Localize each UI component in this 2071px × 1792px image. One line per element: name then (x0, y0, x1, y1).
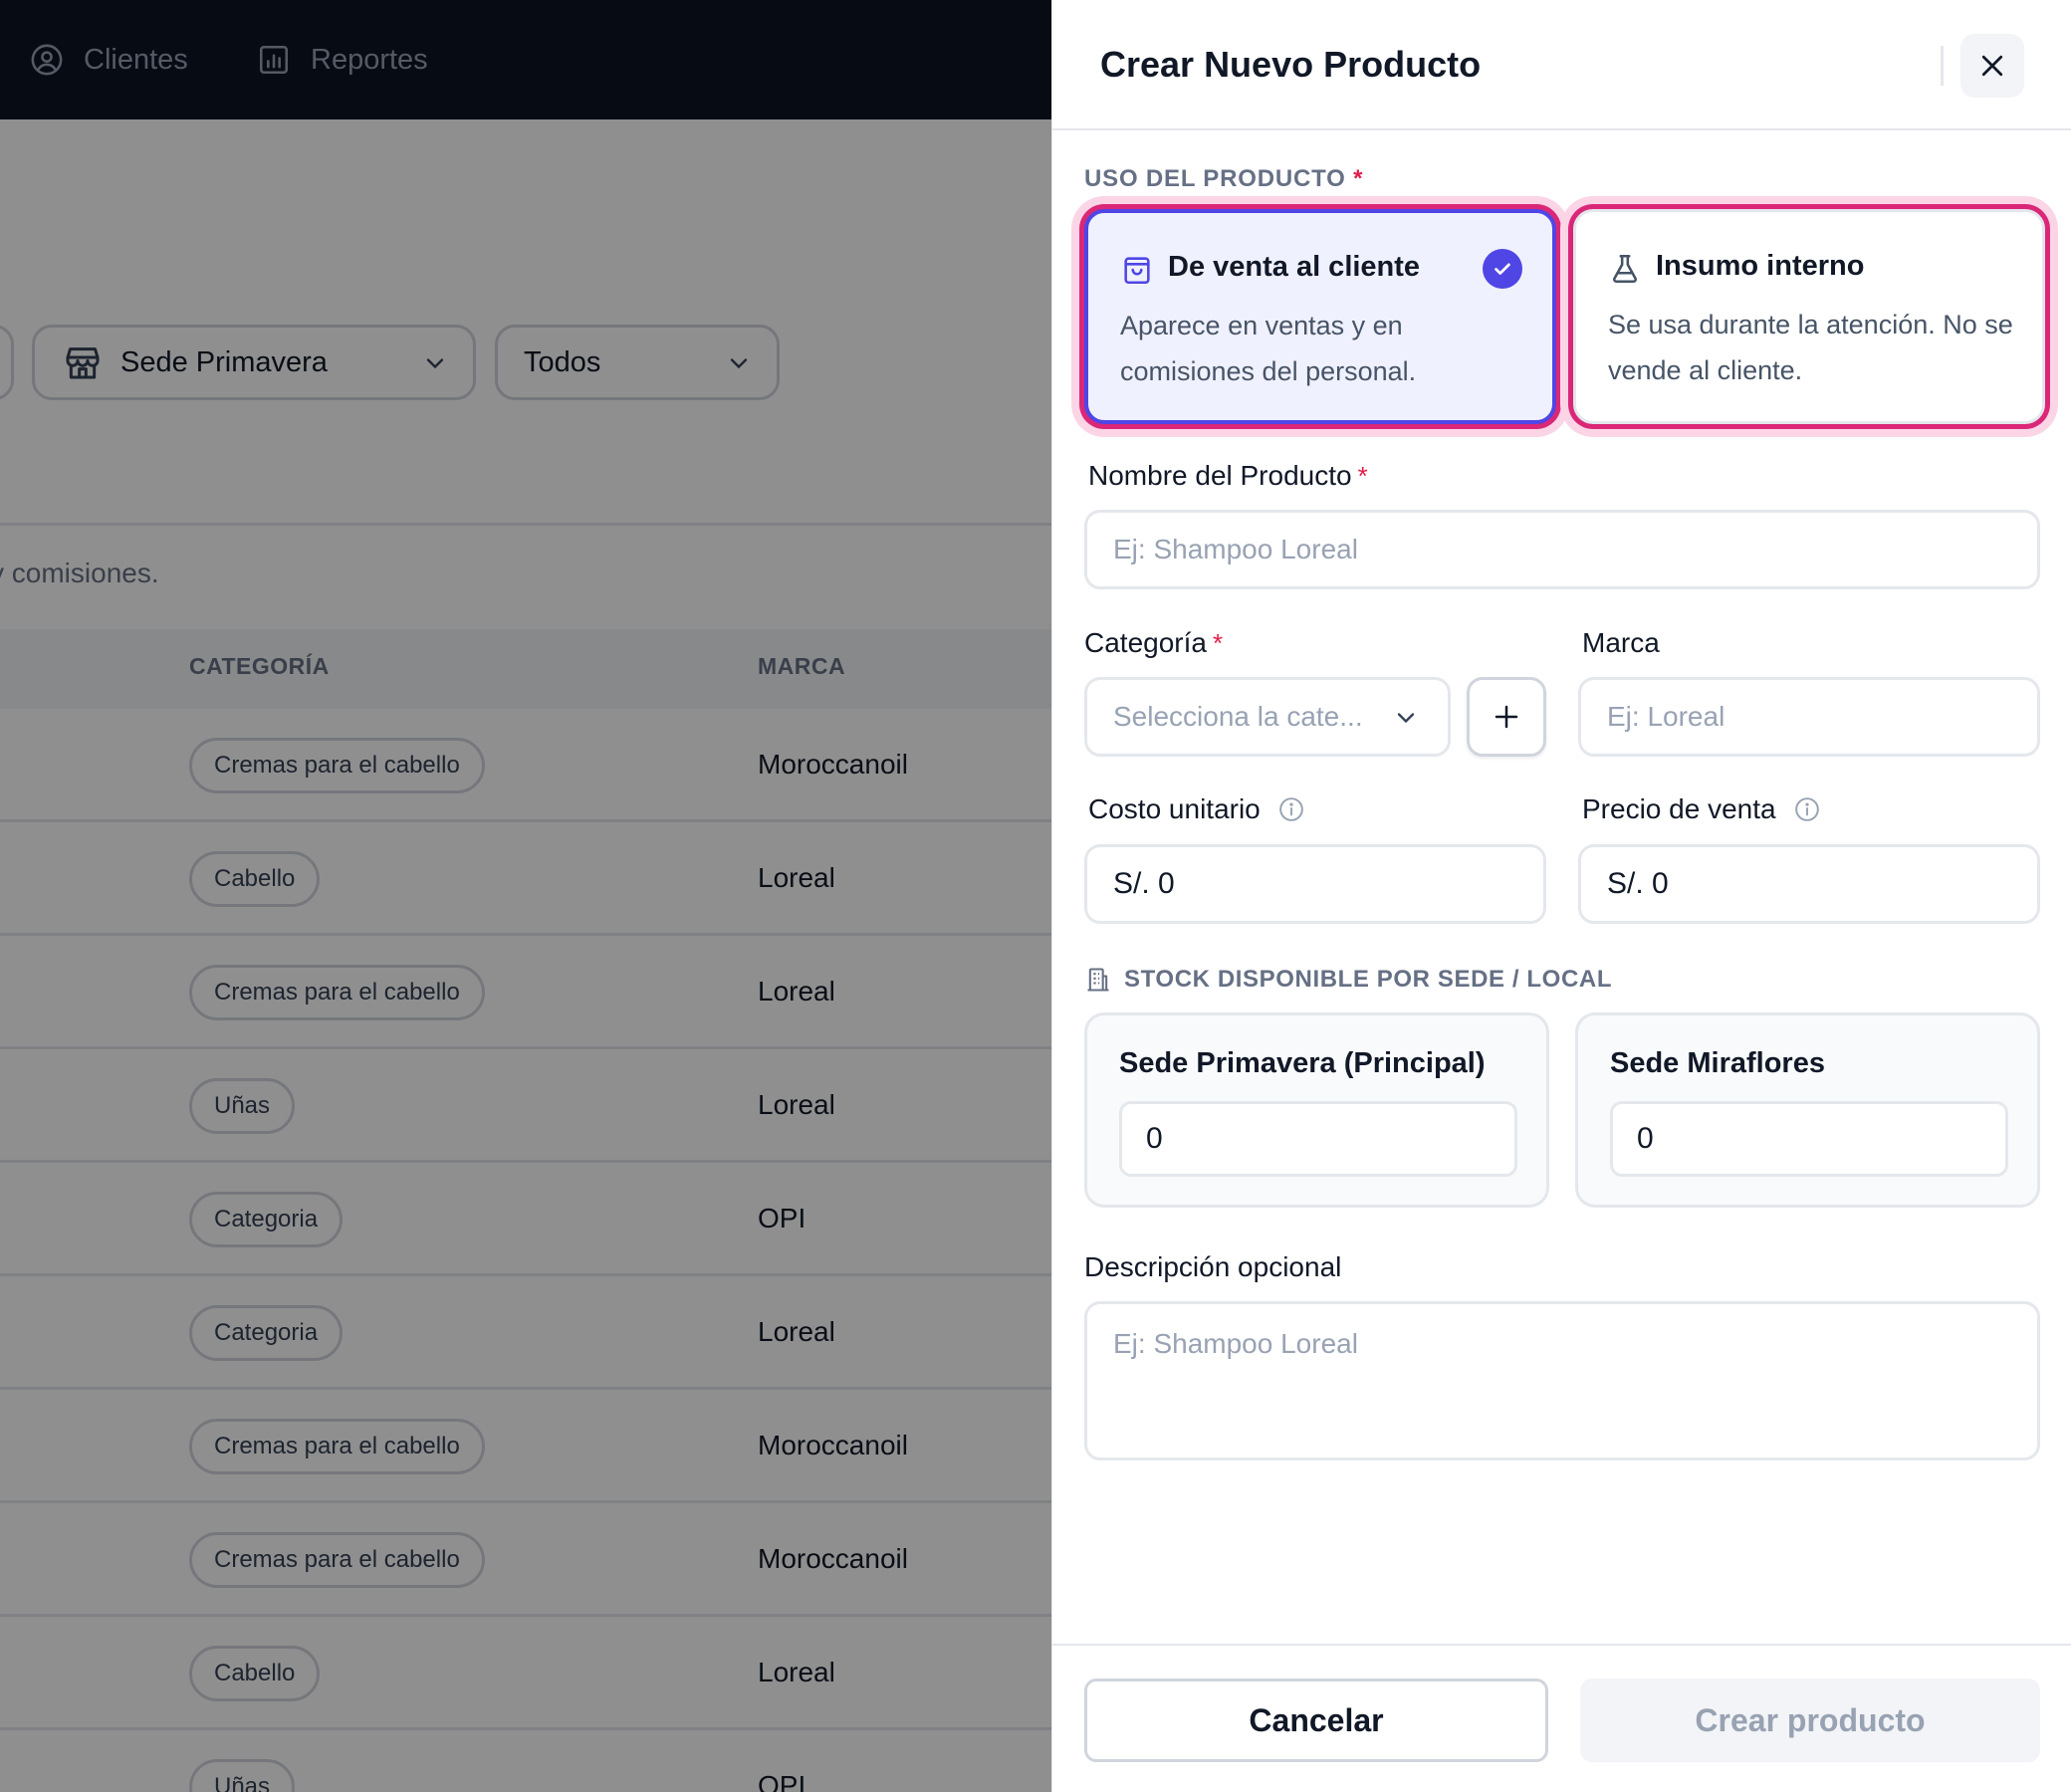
plus-icon (1495, 705, 1518, 729)
description-textarea[interactable]: Ej: Shampoo Loreal (1084, 1301, 2040, 1460)
required-marker: * (1357, 460, 1368, 491)
cancel-button[interactable]: Cancelar (1084, 1679, 1548, 1762)
create-product-button[interactable]: Crear producto (1580, 1679, 2040, 1762)
brand-input[interactable]: Ej: Loreal (1578, 677, 2040, 757)
divider (1941, 46, 1944, 86)
stock-value: 0 (1146, 1122, 1163, 1155)
stock-value: 0 (1637, 1122, 1654, 1155)
unit-cost-input[interactable]: S/. 0 (1084, 844, 1546, 924)
product-name-placeholder: Ej: Shampoo Loreal (1113, 534, 1358, 564)
required-marker: * (1212, 627, 1224, 658)
stock-location-name: Sede Primavera (Principal) (1119, 1047, 1486, 1079)
unit-cost-label: Costo unitario (1088, 793, 1304, 825)
brand-label: Marca (1582, 627, 1660, 658)
usage-option-title: Insumo interno (1656, 250, 1865, 282)
usage-label-text: USO DEL PRODUCTO (1084, 165, 1346, 192)
usage-option-sale[interactable]: De venta al cliente Aparece en ventas y … (1084, 209, 1556, 424)
close-button[interactable] (1960, 34, 2024, 98)
drawer-footer: Cancelar Crear producto (1052, 1644, 2071, 1792)
description-label: Descripción opcional (1084, 1251, 1342, 1282)
usage-section-label: USO DEL PRODUCTO * (1084, 165, 1363, 193)
create-product-drawer: Crear Nuevo Producto USO DEL PRODUCTO * … (1051, 0, 2071, 1792)
category-select[interactable]: Selecciona la cate... (1084, 677, 1451, 757)
close-icon (1981, 55, 2003, 77)
shopping-bag-icon (1124, 257, 1150, 285)
product-name-label: Nombre del Producto * (1088, 460, 1368, 492)
usage-option-internal[interactable]: Insumo interno Se usa durante la atenció… (1573, 209, 2045, 424)
brand-placeholder: Ej: Loreal (1607, 701, 1726, 732)
category-placeholder: Selecciona la cate... (1113, 701, 1363, 732)
stock-section-label: STOCK DISPONIBLE POR SEDE / LOCAL (1084, 966, 1612, 994)
description-placeholder: Ej: Shampoo Loreal (1113, 1328, 1358, 1359)
stock-input-primavera[interactable]: 0 (1119, 1101, 1517, 1177)
sale-price-label: Precio de venta (1582, 793, 1820, 825)
flask-icon (1612, 254, 1638, 284)
unit-cost-value: S/. 0 (1113, 867, 1175, 900)
required-marker: * (1353, 165, 1364, 192)
drawer-title: Crear Nuevo Producto (1100, 44, 1482, 85)
sale-price-input[interactable]: S/. 0 (1578, 844, 2040, 924)
sale-price-value: S/. 0 (1607, 867, 1669, 900)
stock-card-miraflores: Sede Miraflores 0 (1575, 1012, 2040, 1208)
unit-cost-label-text: Costo unitario (1088, 793, 1261, 824)
sale-price-label-text: Precio de venta (1582, 793, 1776, 824)
stock-label-text: STOCK DISPONIBLE POR SEDE / LOCAL (1124, 966, 1613, 993)
stock-location-name: Sede Miraflores (1610, 1047, 1825, 1079)
usage-option-description: Aparece en ventas y en comisiones del pe… (1120, 311, 1417, 386)
building-icon (1087, 968, 1109, 992)
info-icon[interactable] (1794, 796, 1820, 822)
drawer-header: Crear Nuevo Producto (1052, 0, 2071, 130)
product-name-label-text: Nombre del Producto (1088, 460, 1352, 491)
category-label-text: Categoría (1084, 627, 1207, 658)
check-icon (1483, 249, 1522, 289)
stock-card-primavera: Sede Primavera (Principal) 0 (1084, 1012, 1549, 1208)
category-label: Categoría * (1084, 627, 1223, 659)
usage-option-title: De venta al cliente (1168, 251, 1421, 283)
stock-input-miraflores[interactable]: 0 (1610, 1101, 2008, 1177)
product-name-input[interactable]: Ej: Shampoo Loreal (1084, 510, 2040, 589)
usage-option-description: Se usa durante la atención. No se vende … (1608, 310, 2013, 385)
info-icon[interactable] (1278, 796, 1304, 822)
add-category-button[interactable] (1467, 677, 1546, 757)
chevron-down-icon (1397, 713, 1415, 724)
modal-backdrop[interactable] (0, 0, 1051, 1792)
